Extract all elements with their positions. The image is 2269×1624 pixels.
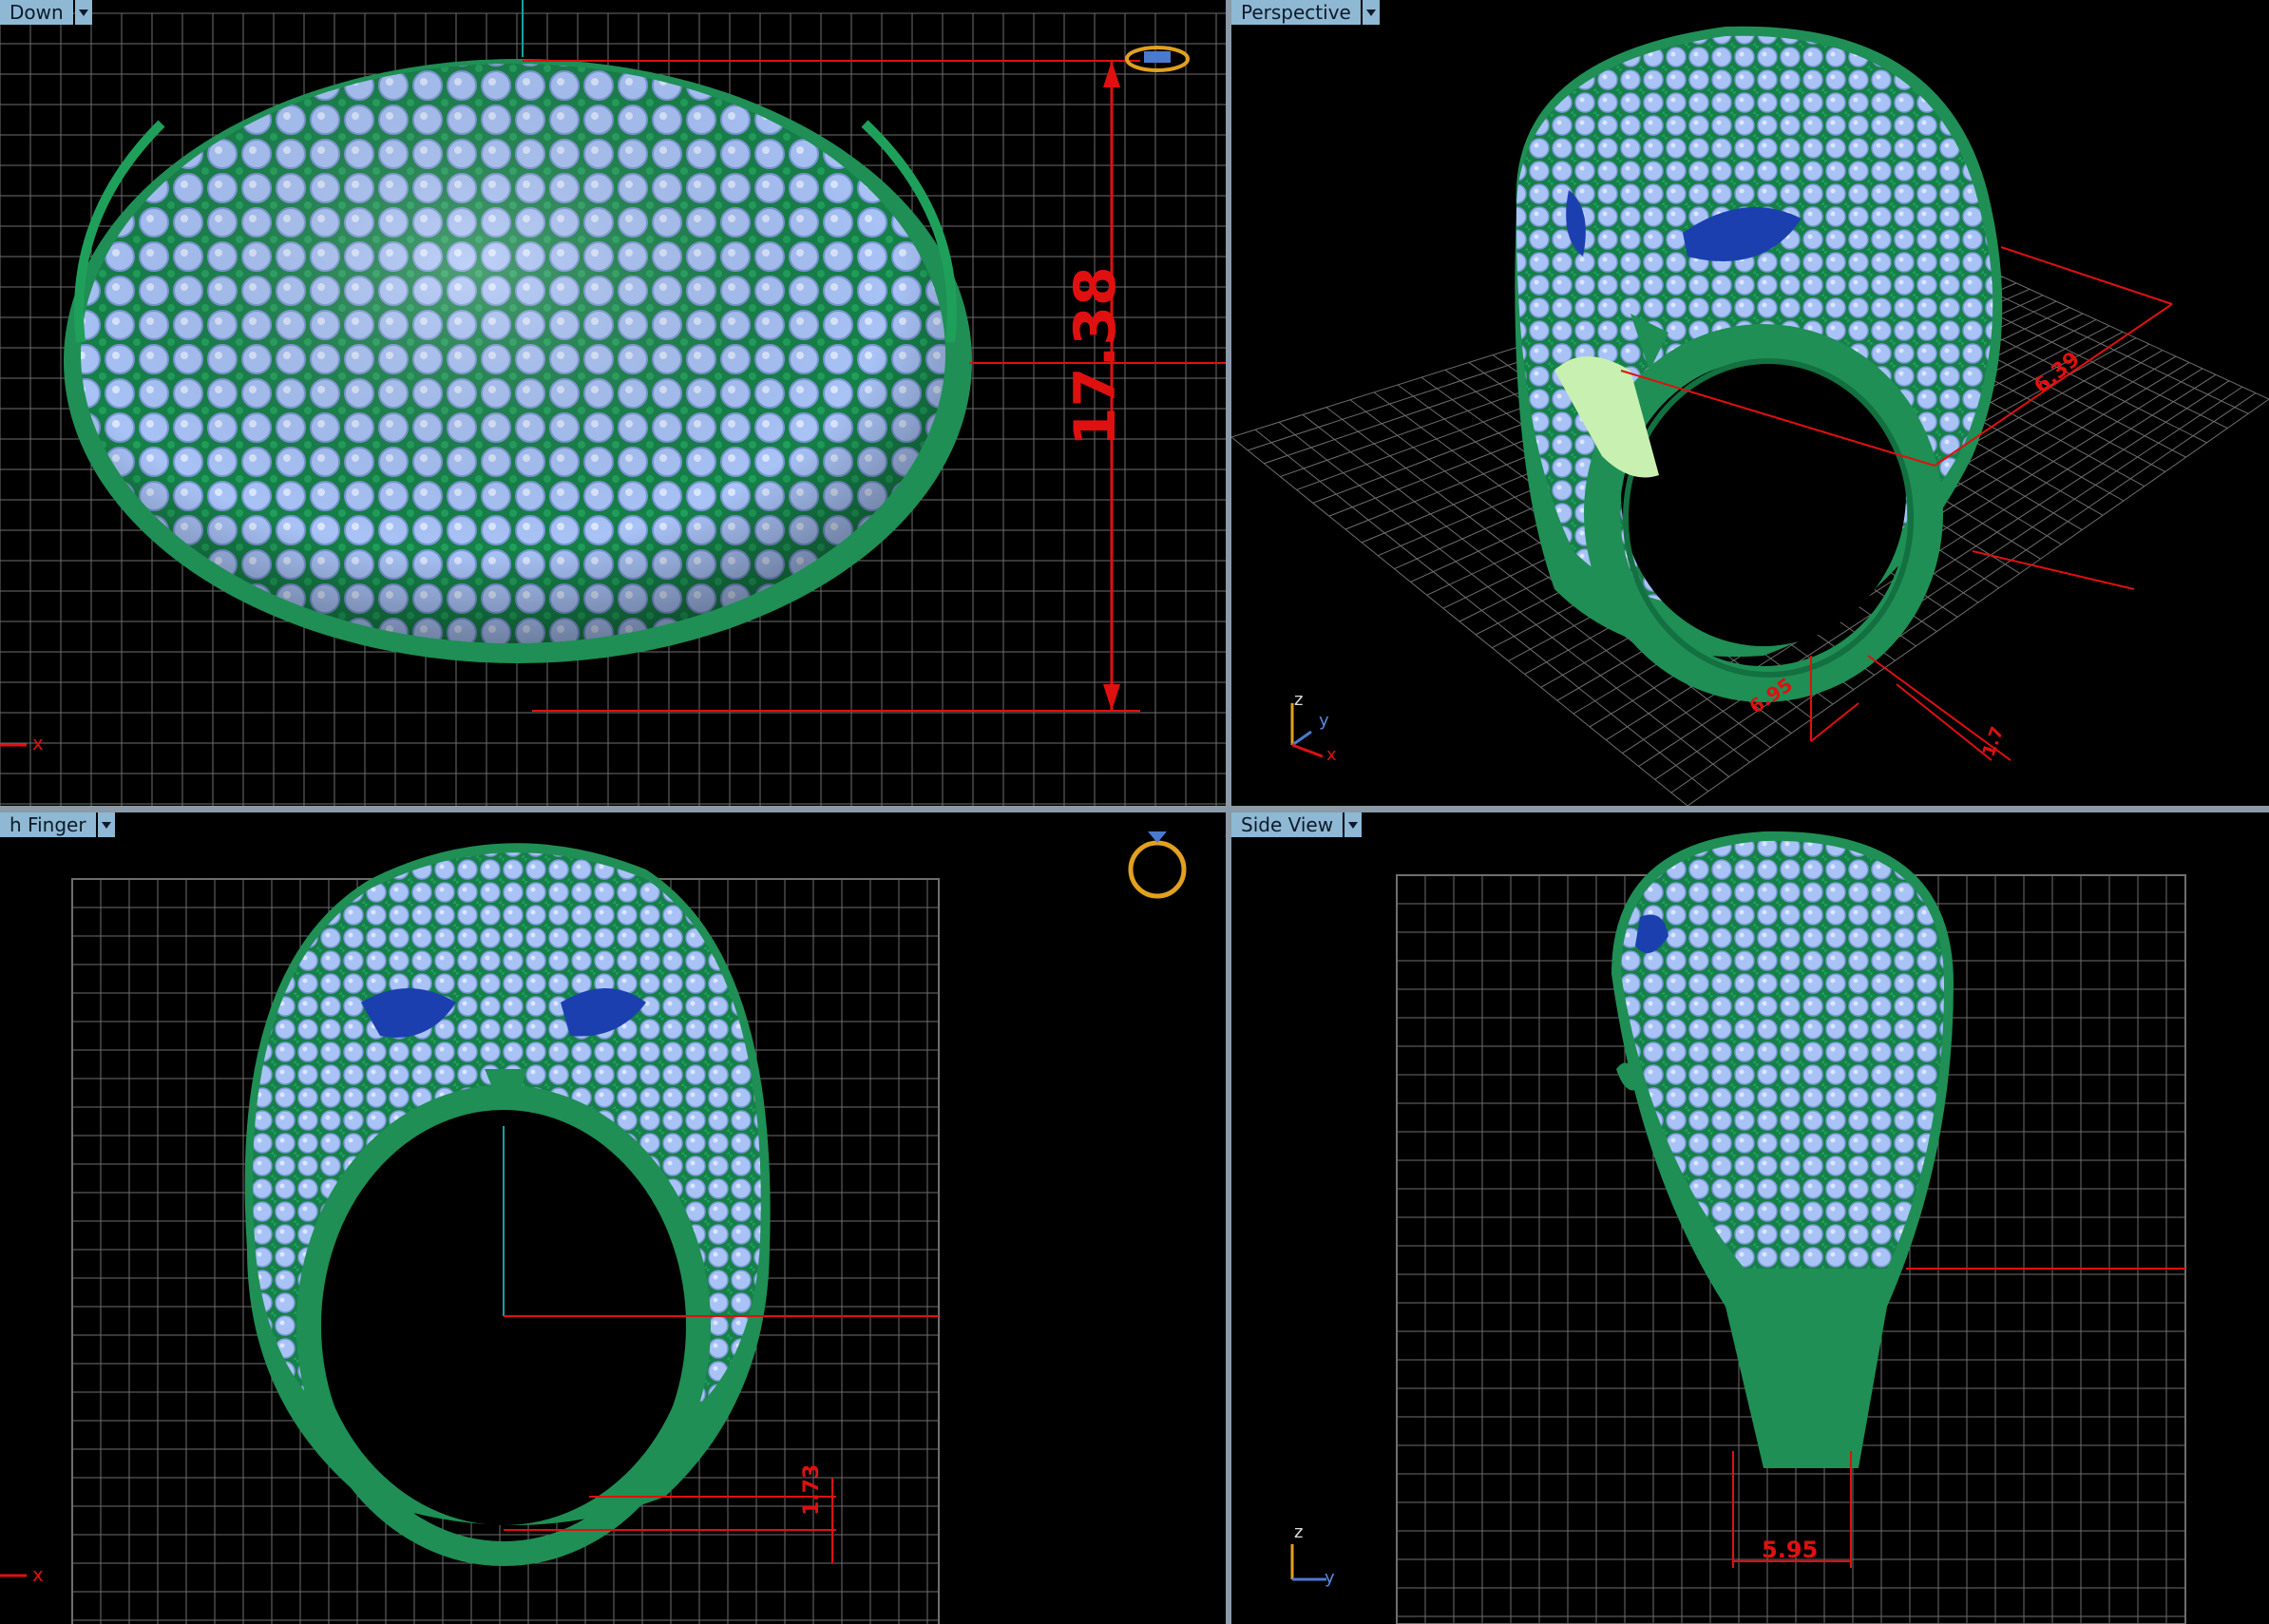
viewport-side[interactable]: Side View 5.95 z y bbox=[1231, 812, 2269, 1624]
viewport-top[interactable]: Down 17.38 x bbox=[0, 0, 1226, 806]
ring-front-icon bbox=[1128, 831, 1187, 899]
viewport-canvas bbox=[1290, 831, 2186, 1624]
axis-label-y: y bbox=[1319, 711, 1329, 731]
axis-label-y: y bbox=[1325, 1568, 1335, 1588]
dimension-label: 5.95 bbox=[1762, 1537, 1819, 1563]
viewport-tab-finger[interactable]: h Finger bbox=[0, 812, 115, 837]
chevron-down-icon[interactable] bbox=[1344, 812, 1363, 837]
viewport-title[interactable]: Perspective bbox=[1231, 0, 1361, 25]
viewport-separator-horizontal[interactable] bbox=[0, 806, 2269, 812]
chevron-down-icon[interactable] bbox=[74, 0, 92, 25]
viewport-canvas bbox=[0, 0, 1226, 806]
axis-label-x: x bbox=[1326, 745, 1337, 765]
viewport-title[interactable]: Down bbox=[0, 0, 73, 25]
dimension-label: 17.38 bbox=[1062, 266, 1129, 447]
viewport-finger[interactable]: h Finger 1.73 x bbox=[0, 812, 1226, 1624]
ring-top-icon bbox=[1125, 46, 1190, 72]
axis-label-x: x bbox=[32, 1563, 44, 1586]
ring-top-view bbox=[64, 59, 972, 663]
axis-label-z: z bbox=[1294, 1522, 1304, 1542]
chevron-down-icon[interactable] bbox=[97, 812, 115, 837]
viewport-canvas bbox=[1231, 26, 2269, 806]
viewport-canvas bbox=[0, 831, 1187, 1624]
viewport-title[interactable]: h Finger bbox=[0, 812, 96, 837]
dimension-label: 1.73 bbox=[800, 1463, 824, 1516]
ring-front-view bbox=[244, 843, 771, 1566]
axis-label-z: z bbox=[1294, 690, 1304, 710]
chevron-down-icon[interactable] bbox=[1362, 0, 1380, 25]
viewport-title[interactable]: Side View bbox=[1231, 812, 1344, 837]
axis-gizmo bbox=[1290, 1544, 1326, 1581]
viewport-tab-perspective[interactable]: Perspective bbox=[1231, 0, 1380, 25]
viewport-tab-side[interactable]: Side View bbox=[1231, 812, 1363, 837]
axis-label-x: x bbox=[32, 732, 44, 755]
ring-perspective bbox=[1515, 26, 2003, 702]
viewport-tab-top[interactable]: Down bbox=[0, 0, 92, 25]
ring-side-view bbox=[1611, 831, 1954, 1468]
viewport-perspective[interactable]: Perspective 6.95 6.39 1.7 z y x bbox=[1231, 0, 2269, 806]
